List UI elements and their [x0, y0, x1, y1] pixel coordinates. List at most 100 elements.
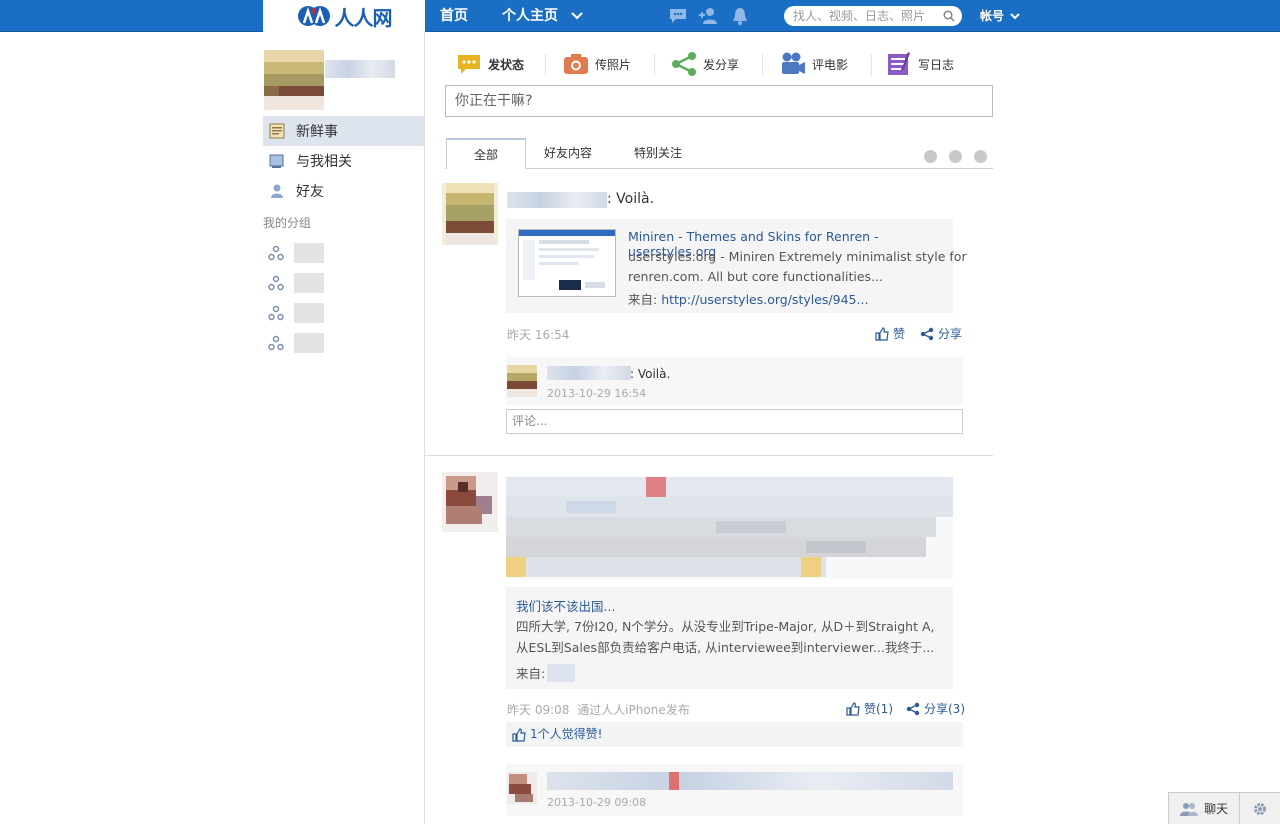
comment-time: 2013-10-29 09:08 — [547, 796, 647, 809]
source-label: 来自: — [628, 292, 658, 307]
share-card-desc: 从ESL到Sales部负责给客户电话, 从interviewee到intervi… — [516, 640, 935, 655]
feed-avatar[interactable] — [442, 472, 498, 534]
tab-post-status[interactable]: 发状态 — [456, 50, 524, 78]
tab-all[interactable]: 全部 — [446, 138, 526, 169]
like-label: 赞(1) — [864, 702, 893, 716]
share-card-desc: 四所大学, 7份I20, N个学分。从没专业到Tripe-Major, 从D＋到… — [516, 619, 935, 634]
account-label: 帐号 — [980, 9, 1005, 23]
search-input[interactable]: 找人、视频、日志、照片 — [784, 6, 962, 26]
group-name-blurred — [294, 333, 324, 353]
share-card-source: 来自: http://userstyles.org/styles/945... — [628, 289, 868, 308]
tab-special-follow[interactable]: 特别关注 — [623, 138, 693, 169]
comment-text-blurred — [547, 772, 953, 790]
share-card[interactable]: 我们该不该出国... 四所大学, 7份I20, N个学分。从没专业到Tripe-… — [506, 587, 953, 689]
logo-text: 人人网 — [334, 5, 393, 30]
tab-friends-content[interactable]: 好友内容 — [533, 138, 603, 169]
divider — [545, 54, 546, 76]
sidebar-item-label: 新鲜事 — [296, 124, 338, 140]
likes-text: 1个人觉得赞! — [530, 727, 603, 741]
comment-avatar[interactable] — [507, 772, 537, 804]
message-icon[interactable] — [668, 6, 688, 26]
feed-avatar[interactable] — [442, 183, 498, 245]
logo-icon — [297, 5, 331, 27]
status-input[interactable]: 你正在干嘛? — [445, 85, 993, 117]
comment-placeholder: 评论... — [512, 414, 548, 428]
nav-profile[interactable]: 个人主页 — [502, 0, 583, 32]
share-card-source: 来自: — [516, 663, 576, 682]
chat-dock: 聊天 — [1168, 792, 1280, 824]
feed-tabs: 全部 好友内容 特别关注 — [445, 138, 993, 169]
like-button[interactable]: 赞 — [875, 325, 905, 342]
share-card-desc: renren.com. All but core functionalities… — [628, 269, 883, 284]
friend-request-icon[interactable] — [698, 6, 718, 26]
like-button[interactable]: 赞(1) — [846, 700, 893, 717]
tab-label: 发状态 — [488, 57, 525, 72]
tab-label: 发分享 — [703, 57, 740, 72]
share-label: 分享 — [938, 327, 963, 341]
sidebar-item-friends[interactable]: 好友 — [263, 176, 424, 206]
tab-label: 评电影 — [812, 57, 849, 72]
group-icon — [268, 335, 284, 351]
source-blurred[interactable] — [547, 663, 576, 682]
clock-icon[interactable] — [924, 150, 937, 163]
share-card[interactable]: Miniren - Themes and Skins for Renren - … — [506, 219, 967, 313]
divider — [424, 32, 425, 824]
share-card-desc: userstyles.org - Miniren Extremely minim… — [628, 249, 967, 264]
refresh-icon[interactable] — [974, 150, 987, 163]
author-name-blurred[interactable] — [507, 192, 607, 208]
chevron-down-icon — [571, 12, 583, 20]
comment-item: : Voilà. 2013-10-29 16:54 — [506, 357, 963, 405]
search-icon[interactable] — [943, 10, 955, 22]
chevron-down-icon — [1010, 13, 1020, 20]
logo[interactable]: 人人网 — [263, 0, 425, 32]
group-item[interactable] — [268, 332, 328, 354]
top-bar: 人人网 首页 个人主页 找人、视频、日志、照片 帐号 — [0, 0, 1280, 32]
like-label: 赞 — [893, 327, 906, 341]
status-bubble-icon — [458, 55, 480, 74]
share-label: 分享(3) — [924, 702, 965, 716]
gear-icon[interactable] — [949, 150, 962, 163]
sidebar-item-related[interactable]: 与我相关 — [263, 146, 424, 176]
notebook-icon — [888, 52, 910, 75]
comment-input[interactable]: 评论... — [506, 409, 963, 434]
comment-avatar[interactable] — [507, 365, 537, 397]
post-text-blurred — [506, 477, 953, 579]
share-card-title[interactable]: 我们该不该出国... — [516, 596, 615, 615]
gear-icon — [1254, 802, 1267, 815]
group-item[interactable] — [268, 242, 328, 264]
status-placeholder: 你正在干嘛? — [455, 93, 533, 109]
tab-label: 写日志 — [918, 57, 955, 72]
account-menu[interactable]: 帐号 — [980, 0, 1020, 32]
share-button[interactable]: 分享(3) — [906, 700, 965, 717]
comment-item: 2013-10-29 09:08 — [506, 764, 963, 816]
tab-write-blog[interactable]: 写日志 — [886, 50, 954, 78]
group-item[interactable] — [268, 302, 328, 324]
group-item[interactable] — [268, 272, 328, 294]
nav-home[interactable]: 首页 — [440, 0, 468, 32]
group-icon — [268, 305, 284, 321]
group-name-blurred — [294, 243, 324, 263]
share-button[interactable]: 分享 — [920, 325, 962, 342]
post-time: 昨天 16:54 — [507, 328, 570, 342]
camera-icon — [564, 54, 588, 74]
group-icon — [268, 275, 284, 291]
source-label: 来自: — [516, 666, 546, 681]
tab-upload-photo[interactable]: 传照片 — [563, 50, 631, 78]
tab-share[interactable]: 发分享 — [671, 50, 739, 78]
notification-bell-icon[interactable] — [730, 6, 750, 26]
sidebar-item-news[interactable]: 新鲜事 — [263, 116, 424, 146]
comment-author-blurred[interactable] — [547, 366, 631, 380]
likes-summary[interactable]: 1个人觉得赞! — [506, 722, 963, 747]
chat-button[interactable]: 聊天 — [1169, 793, 1241, 824]
user-avatar[interactable] — [264, 50, 324, 110]
post-via[interactable]: 通过人人iPhone发布 — [577, 703, 690, 717]
chat-settings[interactable] — [1240, 793, 1280, 824]
source-link[interactable]: http://userstyles.org/styles/945... — [661, 292, 868, 307]
feed-divider — [425, 455, 993, 456]
divider — [762, 54, 763, 76]
share-thumbnail[interactable] — [518, 229, 616, 297]
tab-review-movie[interactable]: 评电影 — [780, 50, 848, 78]
user-name-blurred[interactable] — [325, 60, 395, 78]
share-icon — [672, 52, 696, 76]
blur-patch — [669, 772, 679, 790]
